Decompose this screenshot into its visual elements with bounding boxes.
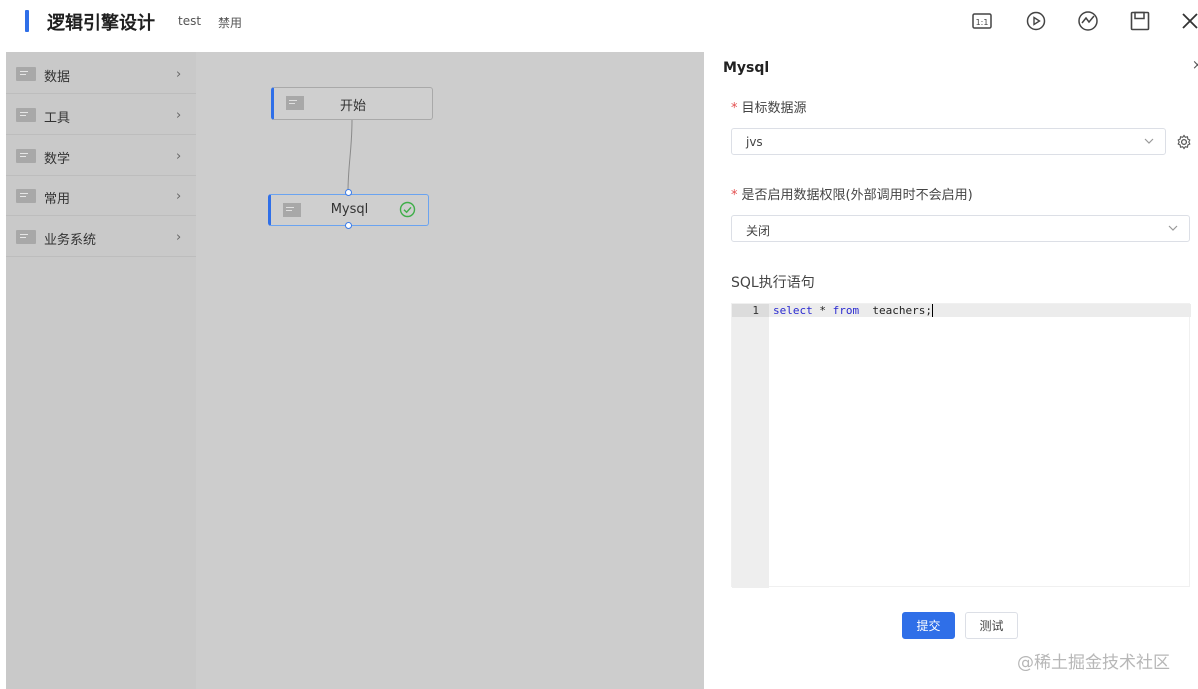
permission-label-text: 是否启用数据权限(外部调用时不会启用) xyxy=(741,188,973,203)
sql-label: SQL执行语句 xyxy=(731,275,815,291)
chevron-right-icon: › xyxy=(176,149,182,164)
page-title: 逻辑引擎设计 xyxy=(47,13,155,34)
sql-keyword-from: from xyxy=(832,304,860,317)
node-label: 开始 xyxy=(339,99,366,114)
component-sidebar: 数据 › 工具 › 数学 › 常用 › 业务系统 › xyxy=(6,52,196,689)
sql-keyword-select: select xyxy=(773,304,813,317)
node-config-panel: Mysql × * 目标数据源 jvs * 是否启用数据权限(外部调用时不会启用) … xyxy=(704,52,1198,689)
sql-code-line: select * from teachers; xyxy=(773,304,933,317)
required-mark: * xyxy=(731,188,738,203)
text-cursor xyxy=(931,304,933,317)
datasource-label-text: 目标数据源 xyxy=(741,101,807,116)
sidebar-item-tools[interactable]: 工具 › xyxy=(6,95,196,135)
datasource-select[interactable]: jvs xyxy=(731,128,1166,155)
node-port-out[interactable] xyxy=(345,222,352,229)
logic-name: test xyxy=(178,14,202,28)
sidebar-item-math[interactable]: 数学 › xyxy=(6,136,196,176)
sql-star: * xyxy=(812,304,833,317)
panel-title: Mysql xyxy=(723,60,770,76)
component-icon xyxy=(16,67,36,81)
app-header: 逻辑引擎设计 test 禁用 1:1 xyxy=(0,0,1198,44)
component-icon xyxy=(16,189,36,203)
sidebar-item-common[interactable]: 常用 › xyxy=(6,176,196,216)
component-icon xyxy=(16,230,36,244)
play-icon[interactable] xyxy=(1024,9,1048,33)
status-text: 禁用 xyxy=(218,16,243,30)
save-icon[interactable] xyxy=(1128,9,1152,33)
debug-icon[interactable] xyxy=(1076,9,1100,33)
chevron-down-icon xyxy=(1168,225,1178,231)
required-mark: * xyxy=(731,101,738,116)
close-icon[interactable] xyxy=(1178,9,1198,33)
sidebar-item-label: 数学 xyxy=(44,152,71,167)
permission-label: * 是否启用数据权限(外部调用时不会启用) xyxy=(731,184,973,203)
chevron-right-icon: › xyxy=(176,189,182,204)
sidebar-item-business[interactable]: 业务系统 › xyxy=(6,217,196,257)
permission-select[interactable]: 关闭 xyxy=(731,215,1190,242)
component-icon xyxy=(16,149,36,163)
chevron-right-icon: › xyxy=(176,108,182,123)
chevron-right-icon: › xyxy=(176,67,182,82)
gear-icon[interactable] xyxy=(1176,134,1192,150)
svg-text:1:1: 1:1 xyxy=(976,18,989,27)
sidebar-item-label: 数据 xyxy=(44,70,71,85)
line-number: 1 xyxy=(752,304,759,317)
chevron-right-icon: › xyxy=(176,230,182,245)
chevron-down-icon xyxy=(1144,138,1154,144)
sidebar-item-label: 常用 xyxy=(44,192,71,207)
sql-table: teachers; xyxy=(859,304,932,317)
fit-view-icon[interactable]: 1:1 xyxy=(970,9,994,33)
panel-close-icon[interactable]: × xyxy=(1192,58,1198,73)
test-button[interactable]: 测试 xyxy=(965,612,1018,639)
sql-editor[interactable]: 1 select * from teachers; xyxy=(731,303,1191,588)
sidebar-item-label: 工具 xyxy=(44,111,71,126)
title-accent-bar xyxy=(25,10,29,32)
permission-value: 关闭 xyxy=(746,224,771,238)
node-port-in[interactable] xyxy=(345,189,352,196)
check-circle-icon xyxy=(399,201,416,218)
editor-gutter xyxy=(732,304,769,588)
node-start[interactable]: 开始 xyxy=(271,87,433,120)
sidebar-item-data[interactable]: 数据 › xyxy=(6,54,196,94)
component-icon xyxy=(16,108,36,122)
datasource-value: jvs xyxy=(746,135,763,149)
submit-button[interactable]: 提交 xyxy=(902,612,955,639)
watermark: @稀土掘金技术社区 xyxy=(1017,653,1170,673)
sidebar-item-label: 业务系统 xyxy=(44,233,97,248)
datasource-label: * 目标数据源 xyxy=(731,97,807,116)
